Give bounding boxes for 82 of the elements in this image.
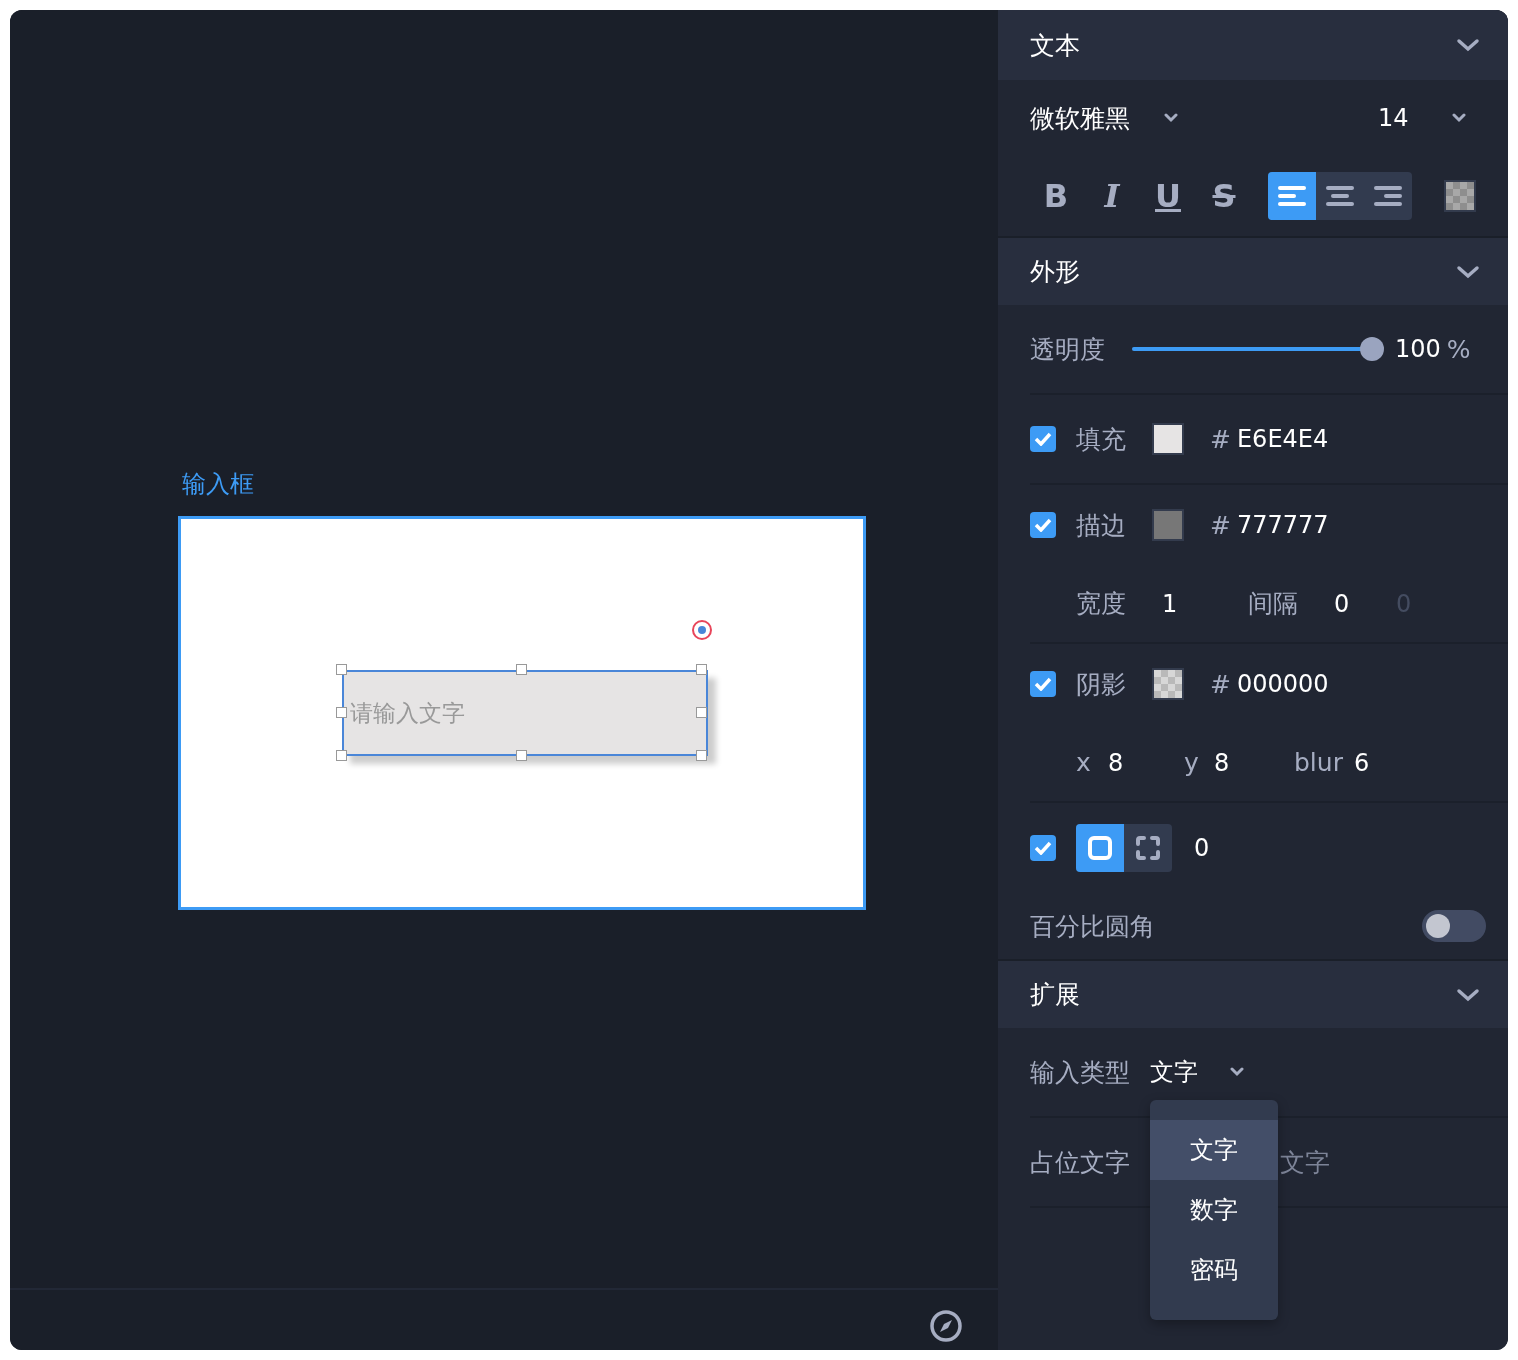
section-title: 扩展 bbox=[1030, 979, 1080, 1011]
font-size-value[interactable]: 14 bbox=[1378, 104, 1450, 132]
shadow-field-value[interactable]: 8 bbox=[1214, 748, 1294, 777]
resize-handle[interactable] bbox=[516, 750, 527, 761]
text-style-button[interactable]: U bbox=[1140, 172, 1196, 220]
caret-icon[interactable] bbox=[1164, 113, 1178, 123]
resize-handle[interactable] bbox=[336, 707, 347, 718]
section-header[interactable]: 文本 bbox=[998, 10, 1508, 80]
placeholder-value[interactable]: 文字 bbox=[1280, 1145, 1330, 1179]
input-type-value[interactable]: 文字 bbox=[1150, 1056, 1228, 1088]
resize-handle[interactable] bbox=[696, 750, 707, 761]
slider-thumb[interactable] bbox=[1360, 337, 1384, 361]
radius-mode-button[interactable] bbox=[1076, 824, 1124, 872]
stroke-checkbox[interactable] bbox=[1030, 512, 1056, 538]
check-icon bbox=[1034, 432, 1052, 446]
stroke-field-label: 间隔 bbox=[1248, 588, 1299, 620]
resize-handle[interactable] bbox=[336, 664, 347, 675]
fill-color-swatch[interactable] bbox=[1152, 423, 1184, 455]
stroke-color-value[interactable]: 777777 bbox=[1236, 511, 1329, 539]
corners-icon bbox=[1135, 835, 1161, 861]
opacity-value[interactable]: 100 bbox=[1395, 335, 1441, 363]
fill-label: 填充 bbox=[1076, 423, 1127, 456]
shadow-color-swatch[interactable] bbox=[1152, 668, 1184, 700]
target-icon[interactable] bbox=[691, 619, 713, 641]
artboard-label[interactable]: 输入框 bbox=[182, 468, 254, 500]
dropdown-option[interactable]: 数字 bbox=[1150, 1180, 1278, 1240]
align-right-icon bbox=[1374, 185, 1402, 207]
align-button[interactable] bbox=[1268, 172, 1316, 220]
section-header[interactable]: 扩展 bbox=[998, 959, 1508, 1028]
section-title: 文本 bbox=[1030, 29, 1080, 62]
opacity-label: 透明度 bbox=[1030, 333, 1106, 366]
stroke-label: 描边 bbox=[1076, 509, 1127, 542]
fill-checkbox[interactable] bbox=[1030, 426, 1056, 452]
shadow-field-value[interactable]: 8 bbox=[1108, 748, 1184, 777]
text-style-button[interactable]: S bbox=[1196, 172, 1252, 220]
compass-icon[interactable] bbox=[929, 1309, 963, 1343]
align-left-icon bbox=[1278, 185, 1306, 207]
resize-handle[interactable] bbox=[696, 707, 707, 718]
placeholder-label: 占位文字 bbox=[1030, 1146, 1130, 1179]
text-style-button[interactable]: B bbox=[1028, 172, 1084, 220]
percent-unit: % bbox=[1446, 334, 1471, 364]
shadow-checkbox[interactable] bbox=[1030, 671, 1056, 697]
caret-icon[interactable] bbox=[1230, 1067, 1244, 1077]
stroke-field-value[interactable]: 0 bbox=[1334, 589, 1396, 618]
shadow-field-label: y bbox=[1184, 748, 1200, 777]
shadow-field-value[interactable]: 6 bbox=[1354, 748, 1370, 777]
toggle-switch[interactable] bbox=[1422, 910, 1486, 942]
align-center-icon bbox=[1326, 185, 1354, 207]
shadow-label: 阴影 bbox=[1076, 668, 1127, 701]
chevron-icon[interactable] bbox=[1456, 263, 1480, 280]
stroke-field-label: 宽度 bbox=[1076, 588, 1127, 620]
check-icon bbox=[1034, 677, 1052, 691]
stroke-field-value[interactable]: 1 bbox=[1162, 589, 1248, 618]
font-family-value[interactable]: 微软雅黑 bbox=[1030, 101, 1162, 135]
caret-icon[interactable] bbox=[1452, 113, 1466, 123]
dropdown-option[interactable]: 文字 bbox=[1150, 1120, 1278, 1180]
text-color-swatch[interactable] bbox=[1444, 180, 1476, 212]
dropdown-option[interactable]: 密码 bbox=[1150, 1240, 1278, 1300]
resize-handle[interactable] bbox=[696, 664, 707, 675]
shadow-field-label: blur bbox=[1294, 748, 1344, 777]
stroke-color-swatch[interactable] bbox=[1152, 509, 1184, 541]
resize-handle[interactable] bbox=[516, 664, 527, 675]
hash-sign: # bbox=[1210, 510, 1231, 540]
hash-sign: # bbox=[1210, 669, 1231, 699]
text-style-button[interactable]: I bbox=[1084, 172, 1140, 220]
shadow-color-value[interactable]: 000000 bbox=[1236, 670, 1329, 698]
radius-value[interactable]: 0 bbox=[1194, 834, 1210, 862]
fill-color-value[interactable]: E6E4E4 bbox=[1236, 425, 1329, 453]
shadow-field-label: x bbox=[1076, 748, 1092, 777]
opacity-slider[interactable] bbox=[1132, 337, 1384, 361]
section-title: 外形 bbox=[1030, 256, 1080, 288]
chevron-icon[interactable] bbox=[1456, 37, 1480, 53]
check-icon bbox=[1034, 518, 1052, 532]
radius-checkbox[interactable] bbox=[1030, 835, 1056, 861]
resize-handle[interactable] bbox=[336, 750, 347, 761]
hash-sign: # bbox=[1210, 424, 1231, 454]
chevron-icon[interactable] bbox=[1456, 986, 1480, 1003]
check-icon bbox=[1034, 841, 1052, 855]
input-type-label: 输入类型 bbox=[1030, 1056, 1131, 1089]
section-header[interactable]: 外形 bbox=[998, 236, 1508, 305]
rounded-square-icon bbox=[1087, 835, 1113, 861]
percent-radius-label: 百分比圆角 bbox=[1030, 910, 1155, 943]
